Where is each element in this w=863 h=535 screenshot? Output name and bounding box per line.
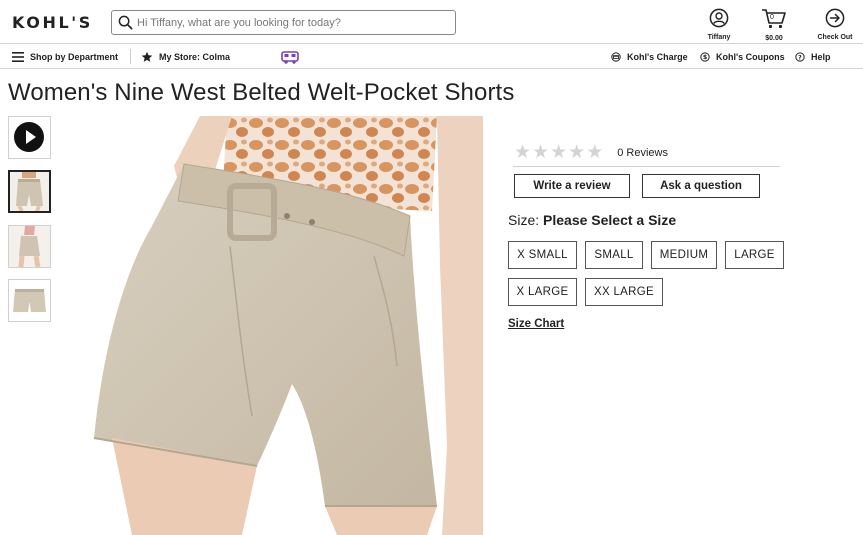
star-rating: ★ ★ ★ ★ ★ <box>514 143 603 162</box>
top-header: KOHL'S Tiffany 0 $0.00 Check Out <box>0 0 863 44</box>
write-review-button[interactable]: Write a review <box>514 174 630 198</box>
my-store-label: My Store: Colma <box>159 51 231 62</box>
size-prompt: Please Select a Size <box>543 212 677 228</box>
play-icon <box>14 122 44 152</box>
size-option-x-large[interactable]: X LARGE <box>508 278 577 306</box>
shopping-cart-icon <box>762 9 786 29</box>
question-circle-icon: ? <box>795 51 805 62</box>
size-option-medium[interactable]: MEDIUM <box>651 241 717 269</box>
checkout-label: Check Out <box>817 34 853 41</box>
size-label: Size: Please Select a Size <box>508 212 676 228</box>
hamburger-menu-icon <box>12 51 24 62</box>
star-icon: ★ <box>586 141 604 163</box>
size-option-small[interactable]: SMALL <box>585 241 643 269</box>
help-label: Help <box>811 51 831 62</box>
size-chart-link[interactable]: Size Chart <box>508 318 564 330</box>
cart-count: 0 <box>770 14 774 21</box>
size-option-large[interactable]: LARGE <box>725 241 784 269</box>
account-button[interactable]: Tiffany <box>705 8 733 41</box>
help-link[interactable]: ? Help <box>795 44 831 69</box>
cart-total: $0.00 <box>765 35 783 42</box>
user-circle-icon <box>709 8 729 28</box>
thumbnail-front[interactable] <box>8 170 51 213</box>
svg-text:?: ? <box>798 54 802 61</box>
thumbnail-side[interactable] <box>8 225 51 268</box>
thumbnail-video[interactable] <box>8 116 51 159</box>
size-prefix: Size: <box>508 212 540 228</box>
my-store-link[interactable]: My Store: Colma <box>141 44 230 69</box>
thumbnail-side-image <box>9 226 50 267</box>
search-bar[interactable] <box>111 10 456 35</box>
cart-button[interactable]: 0 $0.00 <box>759 8 789 42</box>
star-icon: ★ <box>568 141 586 163</box>
kohls-coupons-link[interactable]: $ Kohl's Coupons <box>700 44 785 69</box>
size-option-x-small[interactable]: X SMALL <box>508 241 577 269</box>
product-main-image[interactable] <box>92 116 483 535</box>
shop-by-department-menu[interactable]: Shop by Department <box>12 44 118 69</box>
kohls-charge-link[interactable]: Kohl's Charge <box>611 44 688 69</box>
search-icon[interactable] <box>118 15 133 30</box>
kohls-coupons-label: Kohl's Coupons <box>716 51 785 62</box>
kohls-charge-label: Kohl's Charge <box>627 51 688 62</box>
shop-by-department-label: Shop by Department <box>30 51 119 62</box>
reviews-count[interactable]: 0 Reviews <box>617 147 668 159</box>
account-label: Tiffany <box>707 34 731 41</box>
delivery-link[interactable] <box>281 44 305 69</box>
kohls-logo[interactable]: KOHL'S <box>12 13 93 32</box>
dollar-circle-icon: $ <box>700 51 710 62</box>
product-title: Women's Nine West Belted Welt-Pocket Sho… <box>8 79 515 106</box>
search-input[interactable] <box>137 13 449 32</box>
divider <box>513 166 780 167</box>
thumbnail-flat[interactable] <box>8 279 51 322</box>
star-icon <box>141 51 153 62</box>
ask-question-button[interactable]: Ask a question <box>642 174 760 198</box>
thumbnail-front-image <box>10 172 49 211</box>
star-icon: ★ <box>532 141 550 163</box>
checkout-button[interactable]: Check Out <box>813 8 857 41</box>
credit-card-icon <box>611 51 621 62</box>
rating-summary[interactable]: ★ ★ ★ ★ ★ 0 Reviews <box>514 143 668 162</box>
shorts-photo <box>92 116 483 535</box>
thumbnail-flat-image <box>9 280 50 321</box>
secondary-nav: Shop by Department My Store: Colma Kohl'… <box>0 44 863 69</box>
svg-text:$: $ <box>703 54 707 61</box>
star-icon: ★ <box>550 141 568 163</box>
arrow-circle-right-icon <box>825 8 845 28</box>
delivery-van-icon <box>281 50 299 64</box>
nav-divider <box>130 49 131 64</box>
star-icon: ★ <box>514 141 532 163</box>
size-option-xx-large[interactable]: XX LARGE <box>585 278 663 306</box>
